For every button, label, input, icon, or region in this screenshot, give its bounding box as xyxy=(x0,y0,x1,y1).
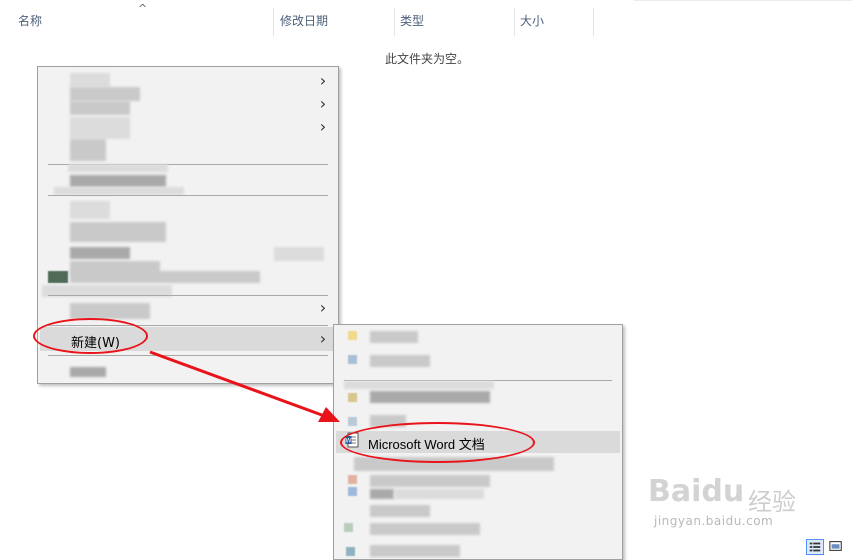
column-header: 名称 ^ 修改日期 类型 大小 xyxy=(0,0,852,40)
menu-item-obscured xyxy=(54,187,184,195)
column-type[interactable]: 类型 xyxy=(394,0,514,36)
column-type-label: 类型 xyxy=(400,14,425,28)
menu-separator xyxy=(48,355,328,356)
submenu-item-obscured[interactable] xyxy=(370,391,490,403)
shortcut-icon xyxy=(348,355,357,364)
details-view-icon[interactable] xyxy=(806,539,824,555)
submenu-item-obscured[interactable] xyxy=(370,505,430,517)
submenu-item-obscured xyxy=(344,381,494,389)
column-size-label: 大小 xyxy=(520,14,545,28)
file-icon xyxy=(346,547,355,556)
menu-item-obscured[interactable] xyxy=(70,201,110,219)
large-icons-view-icon[interactable] xyxy=(828,539,846,555)
file-icon xyxy=(348,393,357,402)
menu-item-obscured[interactable] xyxy=(70,303,150,319)
file-icon xyxy=(348,475,357,484)
menu-item-obscured[interactable] xyxy=(70,222,166,242)
submenu-item-obscured[interactable] xyxy=(370,545,460,557)
watermark-url: jingyan.baidu.com xyxy=(654,514,774,528)
column-size[interactable]: 大小 xyxy=(514,0,594,36)
menu-item-obscured[interactable] xyxy=(70,87,140,101)
menu-item-obscured[interactable] xyxy=(70,271,260,283)
chevron-right-icon: › xyxy=(319,71,327,90)
menu-item-obscured[interactable] xyxy=(70,117,130,139)
submenu-item-obscured[interactable] xyxy=(370,331,418,343)
chevron-right-icon: › xyxy=(319,329,327,348)
chevron-right-icon: › xyxy=(319,298,327,317)
submenu-item-obscured xyxy=(394,489,484,499)
menu-item-obscured[interactable] xyxy=(70,101,130,115)
column-divider[interactable] xyxy=(593,8,594,36)
watermark-logo: Baidu xyxy=(648,474,745,509)
submenu-item-obscured[interactable] xyxy=(370,355,430,367)
menu-item-obscured[interactable] xyxy=(70,247,130,259)
chevron-right-icon: › xyxy=(319,117,327,136)
menu-separator xyxy=(48,295,328,296)
column-modified-date[interactable]: 修改日期 xyxy=(274,0,394,36)
submenu-item-obscured[interactable] xyxy=(370,523,480,535)
watermark-cn: 经验 xyxy=(748,488,796,516)
menu-item-obscured xyxy=(68,164,168,172)
empty-folder-message: 此文件夹为空。 xyxy=(385,52,470,66)
menu-item-obscured xyxy=(274,247,324,261)
menu-item-obscured[interactable] xyxy=(70,175,166,187)
chevron-right-icon: › xyxy=(319,94,327,113)
menu-item-obscured[interactable] xyxy=(70,73,110,87)
sort-arrow-icon: ^ xyxy=(138,2,148,15)
highlight-ellipse-word xyxy=(340,422,535,463)
file-icon xyxy=(348,417,357,426)
highlight-ellipse-new xyxy=(33,318,148,354)
app-icon xyxy=(48,271,68,283)
column-modified-date-label: 修改日期 xyxy=(280,14,329,28)
menu-item-obscured[interactable] xyxy=(70,367,106,377)
file-icon xyxy=(348,487,357,496)
header-border xyxy=(634,0,852,1)
menu-item-obscured[interactable] xyxy=(70,139,106,161)
folder-icon xyxy=(348,331,357,340)
column-name-label: 名称 xyxy=(18,14,43,28)
submenu-item-obscured[interactable] xyxy=(370,475,490,487)
menu-separator xyxy=(48,195,328,196)
file-icon xyxy=(344,523,353,532)
submenu-item-obscured[interactable] xyxy=(370,489,394,499)
